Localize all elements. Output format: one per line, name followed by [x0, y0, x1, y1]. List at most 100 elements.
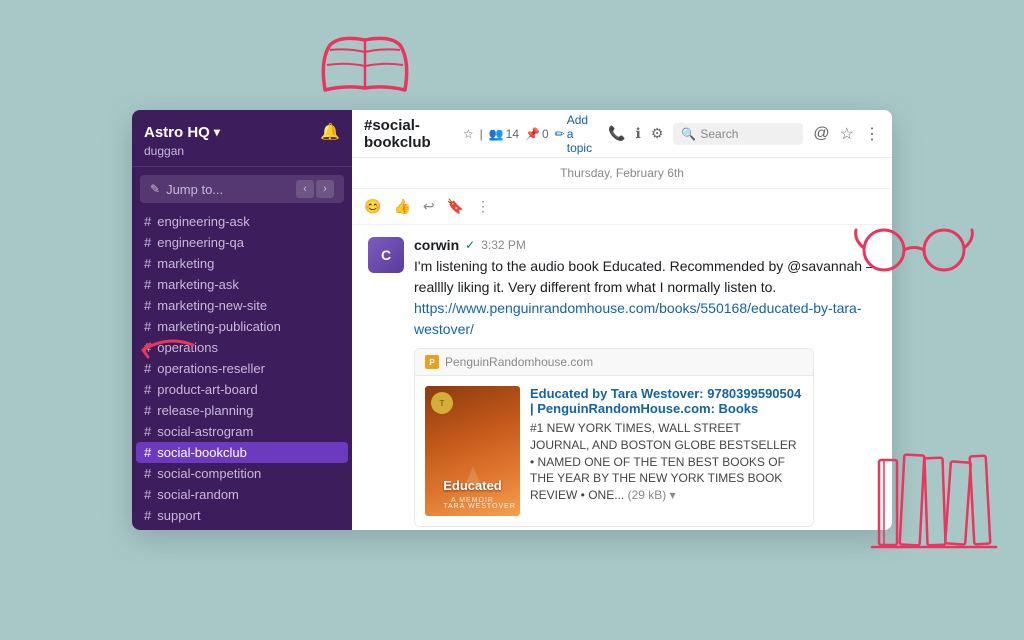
book-cover: T Educated A MEMOIR TARA WESTOVER [425, 386, 520, 516]
bookmark-icon[interactable]: 🔖 [447, 198, 464, 215]
channel-title: #social-bookclub [364, 117, 451, 151]
message-text: I'm listening to the audio book Educated… [414, 256, 876, 340]
channel-name: social-bookclub [157, 445, 247, 460]
more-actions-icon[interactable]: ⋮ [476, 198, 490, 215]
jump-to-label: Jump to... [166, 182, 223, 197]
channel-item-social-random[interactable]: # social-random [132, 484, 352, 505]
channel-item-operations-reseller[interactable]: # operations-reseller [132, 358, 352, 379]
channel-item-marketing-new-site[interactable]: # marketing-new-site [132, 295, 352, 316]
channel-item-engineering-qa[interactable]: # engineering-qa [132, 232, 352, 253]
medal-icon: T [431, 392, 453, 414]
workspace-user: duggan [144, 144, 340, 158]
more-icon[interactable]: ⋮ [864, 124, 880, 144]
pins-count: 📌 0 [525, 127, 549, 141]
channel-item-support-team[interactable]: 🔒 support-team [132, 526, 352, 530]
hash-icon: # [144, 424, 151, 439]
hash-icon: # [144, 403, 151, 418]
channel-name: marketing-new-site [157, 298, 267, 313]
forward-arrow-icon[interactable]: › [316, 180, 334, 198]
sidebar-header: Astro HQ ▾ 🔔 duggan [132, 110, 352, 167]
hash-icon: # [144, 466, 151, 481]
link-domain: PenguinRandomhouse.com [445, 355, 593, 369]
channel-item-marketing-publication[interactable]: # marketing-publication [132, 316, 352, 337]
hash-icon: # [144, 361, 151, 376]
book-author: TARA WESTOVER [443, 503, 516, 510]
channel-header: #social-bookclub ☆ | 👥 14 📌 0 ✏ Add a to… [352, 110, 892, 158]
at-icon[interactable]: @ [813, 125, 829, 143]
message-header: corwin ✓ 3:32 PM [414, 237, 876, 253]
hash-icon: # [144, 319, 151, 334]
add-topic[interactable]: ✏ Add a topic [555, 113, 592, 155]
verified-icon: ✓ [465, 238, 475, 252]
channel-item-marketing[interactable]: # marketing [132, 253, 352, 274]
main-content: #social-bookclub ☆ | 👥 14 📌 0 ✏ Add a to… [352, 110, 892, 530]
channel-item-support[interactable]: # support [132, 505, 352, 526]
channel-name: social-competition [157, 466, 261, 481]
channel-item-product-art-board[interactable]: # product-art-board [132, 379, 352, 400]
message-link[interactable]: https://www.penguinrandomhouse.com/books… [414, 300, 862, 337]
channel-name: operations [157, 340, 218, 355]
channel-name: marketing-publication [157, 319, 281, 334]
message-toolbar: 😊 👍 ↩ 🔖 ⋮ [352, 189, 892, 225]
channel-item-social-competition[interactable]: # social-competition [132, 463, 352, 484]
channel-item-marketing-ask[interactable]: # marketing-ask [132, 274, 352, 295]
back-arrow-icon[interactable]: ‹ [296, 180, 314, 198]
preview-desc: #1 NEW YORK TIMES, WALL STREET JOURNAL, … [530, 420, 803, 504]
hash-icon: # [144, 382, 151, 397]
preview-text-area: Educated by Tara Westover: 9780399590504… [530, 386, 803, 504]
sender-avatar: C [368, 237, 404, 273]
header-meta: ☆ | 👥 14 📌 0 ✏ Add a topic [463, 113, 592, 155]
channel-name: support-team [162, 529, 239, 530]
message-content: I'm listening to the audio book Educated… [414, 258, 874, 295]
messages-area: C corwin ✓ 3:32 PM I'm listening to the … [352, 225, 892, 530]
hash-icon: # [144, 508, 151, 523]
members-count: 👥 14 [489, 127, 519, 141]
preview-size: (29 kB) ▾ [628, 488, 676, 502]
link-preview-header: P PenguinRandomhouse.com [415, 349, 813, 376]
channel-name: product-art-board [157, 382, 257, 397]
hash-icon: # [144, 214, 151, 229]
hash-icon: # [144, 256, 151, 271]
thumbsup-icon[interactable]: 👍 [393, 198, 410, 215]
search-icon: 🔍 [681, 127, 696, 141]
channel-name: marketing [157, 256, 214, 271]
search-box[interactable]: 🔍 Search [673, 123, 803, 145]
info-icon[interactable]: ℹ [636, 125, 641, 142]
date-label: Thursday, February 6th [560, 166, 684, 180]
channel-item-operations[interactable]: # operations [132, 337, 352, 358]
channel-name: social-random [157, 487, 239, 502]
channel-list: # engineering-ask # engineering-qa # mar… [132, 207, 352, 530]
channel-item-social-bookclub[interactable]: # social-bookclub [136, 442, 348, 463]
compose-icon: ✎ [150, 182, 160, 196]
channel-name: release-planning [157, 403, 253, 418]
star-icon[interactable]: ☆ [463, 127, 474, 141]
emoji-reaction-icon[interactable]: 😊 [364, 198, 381, 215]
timestamp: 3:32 PM [481, 238, 526, 252]
hash-icon: # [144, 277, 151, 292]
workspace-name[interactable]: Astro HQ ▾ [144, 124, 220, 141]
workspace-chevron-icon: ▾ [214, 125, 220, 139]
channel-name: operations-reseller [157, 361, 265, 376]
jump-to-button[interactable]: ✎ Jump to... ‹ › [140, 175, 344, 203]
hash-icon: # [144, 340, 151, 355]
channel-name: marketing-ask [157, 277, 239, 292]
message: C corwin ✓ 3:32 PM I'm listening to the … [368, 237, 876, 530]
link-preview: P PenguinRandomhouse.com T Educated [414, 348, 814, 527]
bookmark-icon[interactable]: ☆ [840, 124, 854, 144]
channel-name: engineering-ask [157, 214, 250, 229]
members-icon: | [480, 127, 483, 141]
preview-title: Educated by Tara Westover: 9780399590504… [530, 386, 803, 416]
gear-icon[interactable]: ⚙ [651, 125, 664, 142]
sender-name: corwin [414, 237, 459, 253]
hash-icon: # [144, 235, 151, 250]
channel-name: engineering-qa [157, 235, 244, 250]
channel-name: social-astrogram [157, 424, 253, 439]
channel-item-social-astrogram[interactable]: # social-astrogram [132, 421, 352, 442]
link-preview-body: T Educated A MEMOIR TARA WESTOVER [415, 376, 813, 526]
phone-icon[interactable]: 📞 [608, 125, 625, 142]
workspace-name-label: Astro HQ [144, 124, 210, 141]
channel-item-release-planning[interactable]: # release-planning [132, 400, 352, 421]
channel-item-engineering-ask[interactable]: # engineering-ask [132, 211, 352, 232]
bell-icon[interactable]: 🔔 [320, 122, 340, 142]
reply-icon[interactable]: ↩ [423, 198, 435, 215]
